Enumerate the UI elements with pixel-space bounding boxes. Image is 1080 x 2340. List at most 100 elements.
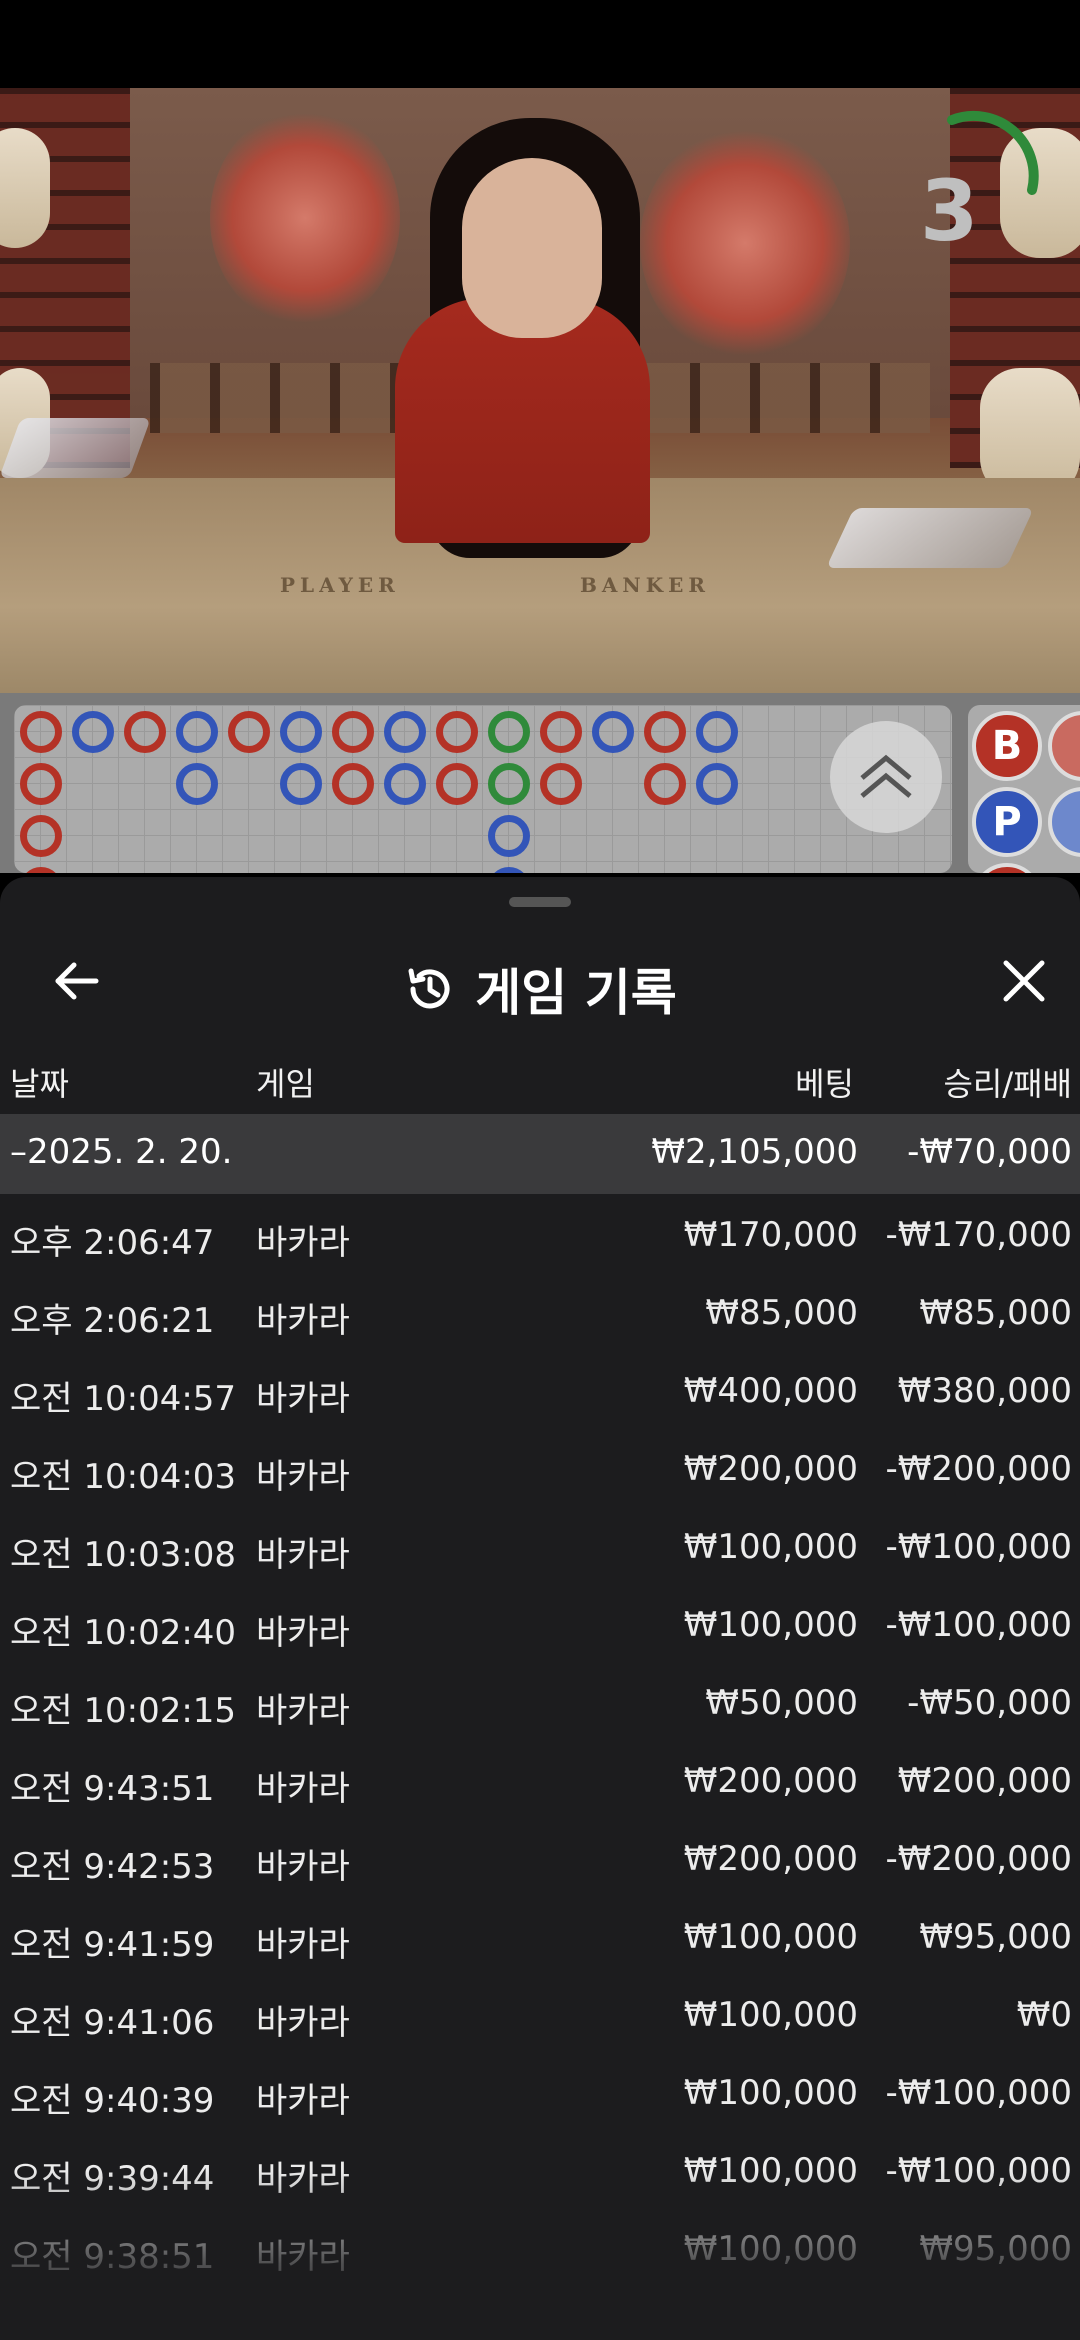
roadmap-strip: B P [0, 693, 1080, 873]
player-label: P [992, 799, 1022, 845]
big-road [14, 705, 952, 873]
row-time: 오전 9:41:06 [10, 2003, 215, 2043]
table-label-banker: BANKER [580, 573, 710, 597]
road-mark [1048, 711, 1080, 781]
date-group-label: –2025. 2. 20. [10, 1132, 233, 1172]
history-list: 오후 2:06:47 바카라 ₩170,000 -₩170,000 오후 2:06:21… [0, 1195, 1080, 2287]
countdown-timer: 3 [920, 162, 979, 260]
history-row[interactable]: 오전 10:02:15 바카라 ₩50,000 -₩50,000 [0, 1663, 1080, 1741]
row-time: 오전 9:40:39 [10, 2081, 215, 2121]
sheet-drag-handle[interactable] [509, 897, 571, 907]
row-game: 바카라 [256, 2237, 350, 2277]
row-bet: ₩100,000 [683, 1527, 858, 1567]
row-win-loss: ₩200,000 [897, 1761, 1072, 1801]
expand-roadmap-button[interactable] [830, 721, 942, 833]
row-bet: ₩100,000 [683, 2073, 858, 2113]
row-win-loss: -₩50,000 [907, 1683, 1072, 1723]
history-row[interactable]: 오전 9:41:06 바카라 ₩100,000 ₩0 [0, 1975, 1080, 2053]
row-game: 바카라 [256, 1223, 350, 1263]
row-win-loss: ₩0 [1016, 1995, 1072, 2035]
road-mark [592, 711, 634, 753]
road-mark [20, 711, 62, 753]
sheet-title-group: 게임 기록 [0, 953, 1080, 1025]
sheet-header: 게임 기록 [0, 917, 1080, 1037]
date-group-win-loss-total: -₩70,000 [907, 1132, 1072, 1172]
history-row[interactable]: 오전 9:42:53 바카라 ₩200,000 -₩200,000 [0, 1819, 1080, 1897]
row-win-loss: -₩100,000 [885, 1605, 1073, 1645]
row-time: 오전 10:03:08 [10, 1535, 237, 1575]
blossom-decoration [640, 128, 850, 358]
road-mark [332, 711, 374, 753]
row-time: 오전 9:42:53 [10, 1847, 215, 1887]
road-mark [540, 763, 582, 805]
row-time: 오전 9:43:51 [10, 1769, 215, 1809]
road-mark [488, 867, 530, 873]
row-game: 바카라 [256, 1457, 350, 1497]
status-bar [0, 0, 1080, 88]
row-bet: ₩100,000 [683, 2229, 858, 2269]
history-row[interactable]: 오전 9:43:51 바카라 ₩200,000 ₩200,000 [0, 1741, 1080, 1819]
row-game: 바카라 [256, 1769, 350, 1809]
row-time: 오전 10:04:57 [10, 1379, 237, 1419]
road-mark [20, 763, 62, 805]
row-time: 오후 2:06:47 [10, 1223, 215, 1263]
history-row[interactable]: 오전 10:02:40 바카라 ₩100,000 -₩100,000 [0, 1585, 1080, 1663]
history-row[interactable]: 오전 9:41:59 바카라 ₩100,000 ₩95,000 [0, 1897, 1080, 1975]
row-bet: ₩85,000 [705, 1293, 858, 1333]
history-row[interactable]: 오전 9:40:39 바카라 ₩100,000 -₩100,000 [0, 2053, 1080, 2131]
road-mark [280, 711, 322, 753]
road-mark [228, 711, 270, 753]
road-mark [332, 763, 374, 805]
road-mark [72, 711, 114, 753]
row-game: 바카라 [256, 1535, 350, 1575]
row-bet: ₩200,000 [683, 1839, 858, 1879]
history-row[interactable]: 오전 10:04:03 바카라 ₩200,000 -₩200,000 [0, 1429, 1080, 1507]
history-row[interactable]: 오후 2:06:21 바카라 ₩85,000 ₩85,000 [0, 1273, 1080, 1351]
row-win-loss: ₩85,000 [919, 1293, 1072, 1333]
banker-prediction-button[interactable]: B [972, 711, 1042, 781]
road-mark-tie [488, 763, 530, 805]
column-bet: 베팅 [795, 1065, 854, 1103]
road-mark [644, 711, 686, 753]
road-mark [696, 763, 738, 805]
road-mark [124, 711, 166, 753]
row-win-loss: -₩100,000 [885, 2073, 1073, 2113]
row-game: 바카라 [256, 2159, 350, 2199]
blossom-decoration [210, 108, 400, 328]
row-game: 바카라 [256, 1301, 350, 1341]
column-game: 게임 [256, 1065, 315, 1103]
row-time: 오전 9:38:51 [10, 2237, 215, 2277]
row-bet: ₩50,000 [705, 1683, 858, 1723]
road-mark [644, 763, 686, 805]
prediction-road: B P [968, 705, 1080, 873]
history-row[interactable]: 오전 10:03:08 바카라 ₩100,000 -₩100,000 [0, 1507, 1080, 1585]
table-header: 날짜 게임 베팅 승리/패배 [0, 1047, 1080, 1117]
row-game: 바카라 [256, 1691, 350, 1731]
row-game: 바카라 [256, 1925, 350, 1965]
row-win-loss: ₩95,000 [919, 1917, 1072, 1957]
road-mark [20, 867, 62, 873]
table-label-player: PLAYER [280, 573, 400, 597]
player-prediction-button[interactable]: P [972, 787, 1042, 857]
row-game: 바카라 [256, 1613, 350, 1653]
row-bet: ₩200,000 [683, 1449, 858, 1489]
history-row[interactable]: 오전 9:38:51 바카라 ₩100,000 ₩95,000 [0, 2209, 1080, 2287]
road-mark [176, 763, 218, 805]
row-time: 오전 10:04:03 [10, 1457, 237, 1497]
road-mark-tie [488, 711, 530, 753]
history-row[interactable]: 오전 9:39:44 바카라 ₩100,000 -₩100,000 [0, 2131, 1080, 2209]
road-mark [384, 763, 426, 805]
row-time: 오후 2:06:21 [10, 1301, 215, 1341]
row-bet: ₩100,000 [683, 1917, 858, 1957]
history-row[interactable]: 오후 2:06:47 바카라 ₩170,000 -₩170,000 [0, 1195, 1080, 1273]
road-mark [384, 711, 426, 753]
road-mark [1048, 787, 1080, 857]
history-row[interactable]: 오전 10:04:57 바카라 ₩400,000 ₩380,000 [0, 1351, 1080, 1429]
column-date: 날짜 [10, 1065, 69, 1103]
row-win-loss: -₩170,000 [885, 1215, 1073, 1255]
close-button[interactable] [988, 945, 1060, 1017]
row-bet: ₩400,000 [683, 1371, 858, 1411]
row-time: 오전 10:02:40 [10, 1613, 237, 1653]
road-mark [176, 711, 218, 753]
date-group-row[interactable]: –2025. 2. 20. ₩2,105,000 -₩70,000 [0, 1114, 1080, 1194]
